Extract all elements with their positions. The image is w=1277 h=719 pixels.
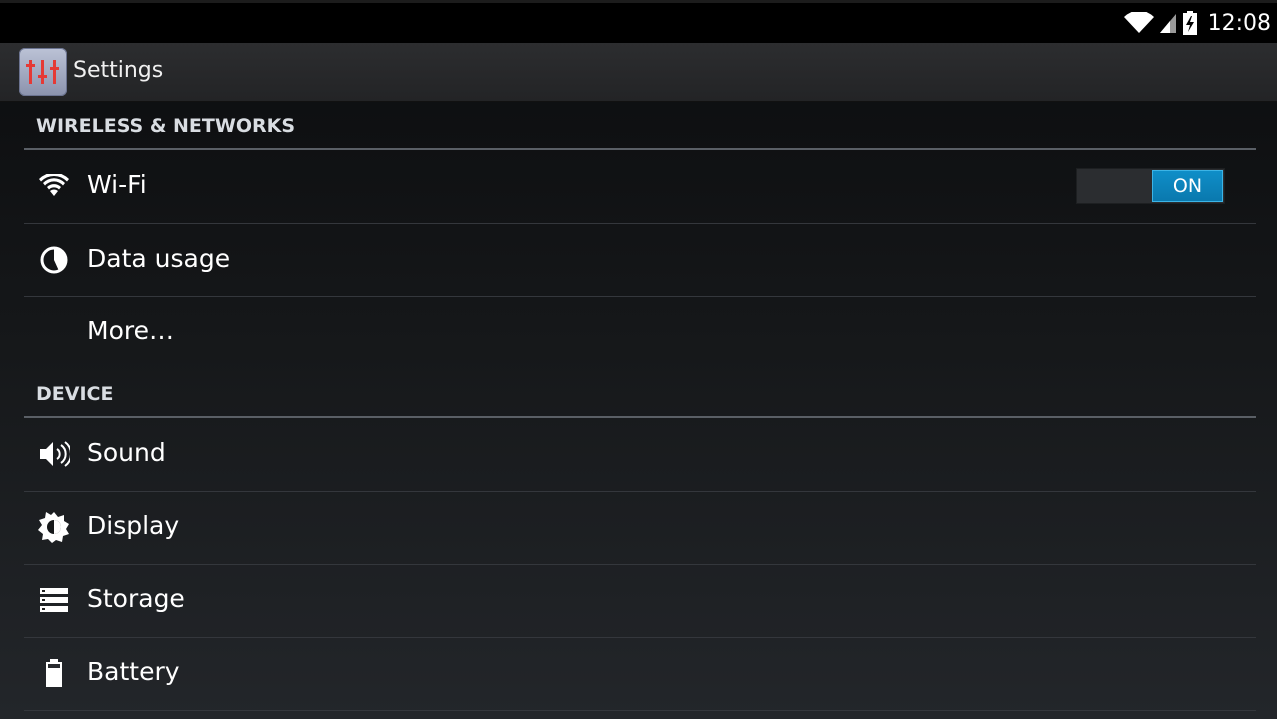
settings-item-label: Storage <box>87 584 185 613</box>
toggle-on-label: ON <box>1152 170 1223 202</box>
settings-item-sound[interactable]: Sound <box>24 418 1256 492</box>
battery-charging-icon <box>1182 11 1198 35</box>
page-title: Settings <box>73 58 164 83</box>
settings-item-wifi[interactable]: Wi-Fi ON <box>24 150 1256 224</box>
cell-signal-icon <box>1158 12 1178 34</box>
settings-item-label: Battery <box>87 657 180 686</box>
wifi-icon <box>38 170 70 202</box>
storage-icon <box>38 584 70 616</box>
settings-item-label: Display <box>87 511 180 540</box>
status-bar: 12:08 <box>0 0 1277 43</box>
speaker-icon <box>38 438 70 470</box>
wifi-signal-icon <box>1123 12 1154 34</box>
brightness-icon <box>38 511 70 543</box>
settings-item-display[interactable]: Display <box>24 492 1256 565</box>
section-header-device: DEVICE <box>24 381 1256 418</box>
settings-item-more[interactable]: More… <box>24 297 1256 369</box>
settings-item-label: More… <box>87 316 174 345</box>
clock: 12:08 <box>1207 10 1271 36</box>
data-usage-icon <box>38 244 70 276</box>
action-bar: Settings <box>0 43 1277 102</box>
status-icons: 12:08 <box>1123 3 1271 43</box>
settings-item-data-usage[interactable]: Data usage <box>24 224 1256 297</box>
settings-item-label: Wi-Fi <box>87 170 147 199</box>
settings-sliders-icon[interactable] <box>19 48 67 96</box>
settings-item-label: Data usage <box>87 244 231 273</box>
wifi-toggle[interactable]: ON <box>1076 168 1225 204</box>
battery-icon <box>38 657 70 689</box>
settings-item-label: Sound <box>87 438 166 467</box>
settings-item-battery[interactable]: Battery <box>24 638 1256 711</box>
settings-item-storage[interactable]: Storage <box>24 565 1256 638</box>
section-header-wireless: WIRELESS & NETWORKS <box>24 113 1256 150</box>
